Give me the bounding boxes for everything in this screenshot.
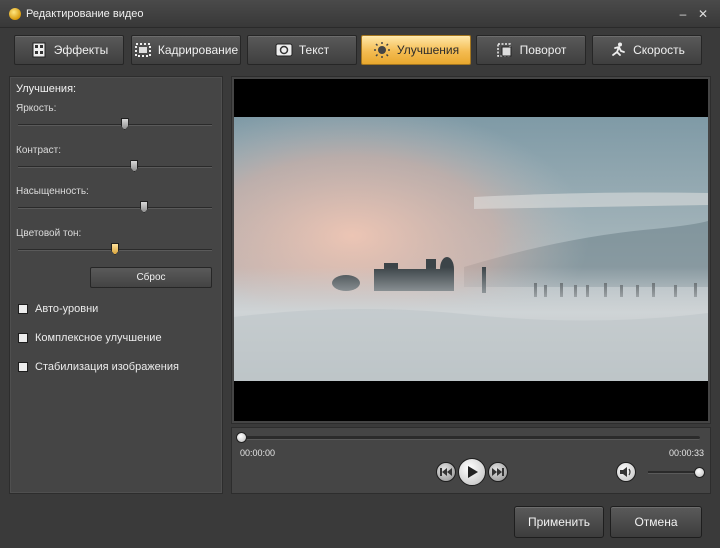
tab-rotate-label: Поворот [519, 43, 567, 57]
saturation-slider-thumb[interactable] [140, 201, 149, 213]
tab-enhance-label: Улучшения [396, 43, 460, 57]
volume-slider[interactable] [648, 467, 705, 478]
checkbox-box[interactable] [18, 333, 28, 343]
brightness-label: Яркость: [16, 103, 57, 114]
reset-button[interactable]: Сброс [90, 267, 212, 288]
tab-speed[interactable]: Скорость [592, 35, 702, 65]
crop-icon [134, 42, 152, 58]
stabilization-label: Стабилизация изображения [35, 361, 179, 373]
skip-back-icon [440, 468, 452, 476]
skip-forward-icon [492, 468, 504, 476]
saturation-label: Насыщенность: [16, 186, 89, 197]
enhancements-title: Улучшения: [16, 83, 77, 95]
apply-button[interactable]: Применить [514, 506, 604, 538]
minimize-button[interactable]: – [676, 7, 690, 21]
hue-slider[interactable] [18, 243, 212, 255]
tab-enhance[interactable]: Улучшения [361, 35, 471, 65]
text-icon [275, 42, 293, 58]
complex-enhance-checkbox[interactable]: Комплексное улучшение [18, 332, 162, 344]
effects-icon [30, 42, 48, 58]
contrast-label: Контраст: [16, 145, 61, 156]
enhance-icon [373, 42, 391, 58]
volume-knob[interactable] [694, 467, 705, 478]
tab-crop[interactable]: Кадрирование [131, 35, 241, 65]
play-button[interactable] [458, 458, 486, 486]
playback-controls: 00:00:00 00:00:33 [231, 427, 711, 494]
seek-knob[interactable] [236, 432, 247, 443]
contrast-slider[interactable] [18, 160, 212, 172]
seek-bar[interactable] [236, 432, 700, 443]
app-logo-icon [9, 8, 21, 20]
tab-crop-label: Кадрирование [157, 43, 239, 57]
tab-rotate[interactable]: Поворот [476, 35, 586, 65]
play-icon [468, 466, 478, 478]
enhancements-panel: Улучшения: Яркость: Контраст: Насыщеннос… [9, 76, 223, 494]
contrast-slider-thumb[interactable] [130, 160, 139, 172]
current-time: 00:00:00 [240, 448, 276, 458]
skip-forward-button[interactable] [488, 462, 508, 482]
tab-text-label: Текст [298, 43, 330, 57]
checkbox-box[interactable] [18, 362, 28, 372]
stabilization-checkbox[interactable]: Стабилизация изображения [18, 361, 179, 373]
speaker-icon [620, 467, 631, 477]
brightness-slider-thumb[interactable] [120, 118, 129, 130]
speed-icon [609, 42, 627, 58]
tab-speed-label: Скорость [633, 43, 685, 57]
hue-slider-thumb[interactable] [111, 243, 119, 255]
video-viewport [234, 79, 708, 421]
rotate-icon [496, 42, 514, 58]
tab-bar: Эффекты Кадрирование Текст Улучшения Пов… [8, 30, 712, 70]
video-preview-panel [231, 76, 711, 424]
title-bar: Редактирование видео – ✕ [0, 0, 720, 28]
complex-enhance-label: Комплексное улучшение [35, 332, 162, 344]
close-button[interactable]: ✕ [696, 7, 710, 21]
video-frame-image [234, 117, 708, 381]
volume-button[interactable] [616, 462, 636, 482]
checkbox-box[interactable] [18, 304, 28, 314]
auto-levels-checkbox[interactable]: Авто-уровни [18, 303, 98, 315]
tab-text[interactable]: Текст [247, 35, 357, 65]
skip-back-button[interactable] [436, 462, 456, 482]
saturation-slider[interactable] [18, 201, 212, 213]
brightness-slider[interactable] [18, 118, 212, 130]
hue-label: Цветовой тон: [16, 228, 82, 239]
tab-effects[interactable]: Эффекты [14, 35, 124, 65]
total-time: 00:00:33 [668, 448, 704, 458]
auto-levels-label: Авто-уровни [35, 303, 99, 315]
tab-effects-label: Эффекты [53, 43, 109, 57]
window-title: Редактирование видео [26, 8, 144, 20]
cancel-button[interactable]: Отмена [610, 506, 702, 538]
